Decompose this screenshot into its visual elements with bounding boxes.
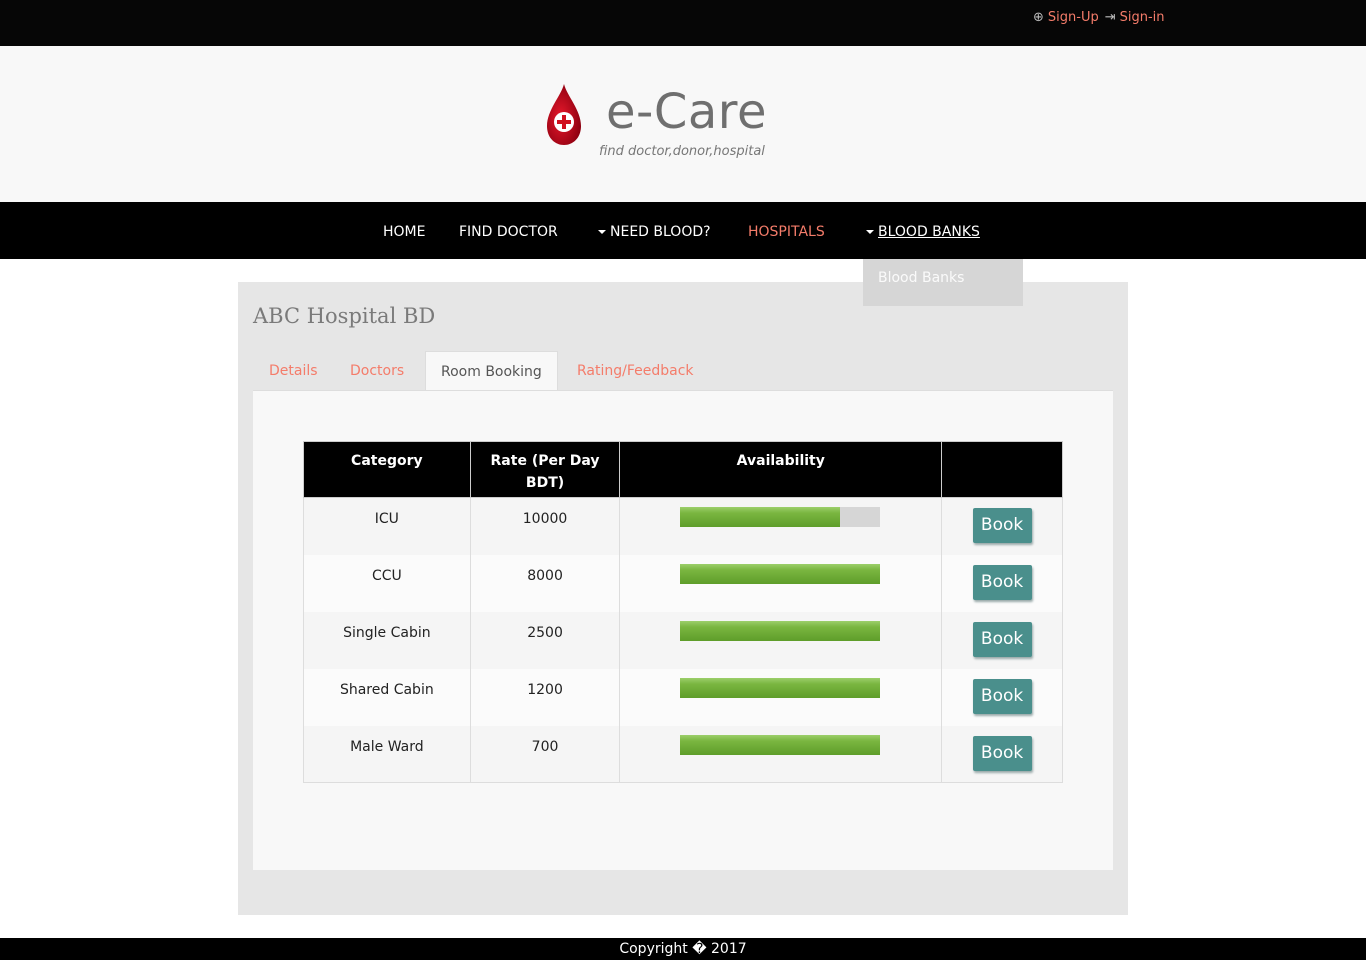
brand-tagline: find doctor,donor,hospital	[599, 144, 765, 159]
room-rate: 10000	[469, 497, 621, 555]
availability-progress-fill	[680, 507, 841, 527]
table-row: Single Cabin 2500 Book	[303, 611, 1063, 669]
tab-doctors[interactable]: Doctors	[350, 351, 404, 391]
availability-progress-bar	[680, 507, 881, 527]
tab-content: Category Rate (Per Day BDT) Availability…	[253, 390, 1113, 870]
room-action-cell: Book	[941, 554, 1063, 612]
room-availability-cell	[619, 668, 943, 726]
blood-drop-logo-icon	[547, 84, 581, 145]
nav-hospitals[interactable]: HOSPITALS	[748, 224, 825, 240]
book-button[interactable]: Book	[972, 621, 1032, 657]
nav-home[interactable]: HOME	[383, 224, 425, 240]
main-nav: HOME FIND DOCTOR NEED BLOOD? HOSPITALS B…	[0, 202, 1366, 259]
login-icon: ⇥	[1104, 10, 1116, 25]
availability-progress-bar	[680, 620, 881, 641]
room-category: Male Ward	[303, 725, 471, 783]
nav-blood-banks[interactable]: BLOOD BANKS	[866, 224, 980, 240]
table-row: Shared Cabin 1200 Book	[303, 668, 1063, 726]
signup-label: Sign-Up	[1047, 10, 1099, 25]
column-header-availability: Availability	[619, 441, 943, 498]
availability-progress-bar	[680, 677, 881, 698]
room-action-cell: Book	[941, 497, 1063, 555]
availability-progress-bar	[680, 734, 881, 755]
room-booking-table: Category Rate (Per Day BDT) Availability…	[303, 441, 1063, 783]
hospital-title: ABC Hospital BD	[253, 304, 436, 328]
column-header-rate: Rate (Per Day BDT)	[469, 441, 621, 498]
top-bar: ⊕ Sign-Up ⇥ Sign-in	[0, 0, 1366, 46]
auth-links: ⊕ Sign-Up ⇥ Sign-in	[1033, 10, 1165, 25]
room-availability-cell	[619, 497, 943, 555]
signin-label: Sign-in	[1119, 10, 1165, 25]
table-header-row: Category Rate (Per Day BDT) Availability	[303, 441, 1063, 498]
signin-link[interactable]: ⇥ Sign-in	[1099, 10, 1165, 25]
room-action-cell: Book	[941, 725, 1063, 783]
table-body: ICU 10000 Book CCU 8000 Book Single Cabin 2500 B…	[303, 497, 1063, 783]
column-header-category: Category	[303, 441, 471, 498]
room-rate: 2500	[469, 611, 621, 669]
room-category: Single Cabin	[303, 611, 471, 669]
room-action-cell: Book	[941, 611, 1063, 669]
table-row: ICU 10000 Book	[303, 497, 1063, 555]
nav-need-blood[interactable]: NEED BLOOD?	[598, 224, 711, 240]
book-button[interactable]: Book	[972, 678, 1032, 714]
availability-progress-fill	[680, 734, 881, 755]
tab-rating-feedback[interactable]: Rating/Feedback	[577, 351, 694, 391]
hospital-panel: ABC Hospital BD Details Doctors Room Boo…	[238, 282, 1128, 915]
room-category: Shared Cabin	[303, 668, 471, 726]
plus-circle-icon: ⊕	[1033, 10, 1044, 25]
signup-link[interactable]: ⊕ Sign-Up	[1033, 10, 1099, 25]
room-action-cell: Book	[941, 668, 1063, 726]
nav-need-blood-label: NEED BLOOD?	[610, 224, 711, 240]
room-category: CCU	[303, 554, 471, 612]
room-availability-cell	[619, 725, 943, 783]
availability-progress-fill	[680, 563, 881, 584]
availability-progress-bar	[680, 563, 881, 584]
availability-progress-fill	[680, 620, 881, 641]
availability-progress-fill	[680, 677, 881, 698]
caret-down-icon	[598, 230, 606, 234]
column-header-action	[941, 441, 1063, 498]
nav-blood-banks-label: BLOOD BANKS	[878, 224, 980, 240]
room-rate: 1200	[469, 668, 621, 726]
brand-name[interactable]: e-Care	[606, 84, 767, 140]
dropdown-item-blood-banks[interactable]: Blood Banks	[878, 270, 964, 286]
caret-down-icon	[866, 230, 874, 234]
book-button[interactable]: Book	[972, 508, 1032, 543]
tab-details[interactable]: Details	[269, 351, 318, 391]
room-rate: 8000	[469, 554, 621, 612]
room-availability-cell	[619, 611, 943, 669]
tab-room-booking[interactable]: Room Booking	[425, 351, 558, 391]
book-button[interactable]: Book	[972, 735, 1032, 771]
nav-find-doctor[interactable]: FIND DOCTOR	[459, 224, 558, 240]
room-category: ICU	[303, 497, 471, 555]
room-rate: 700	[469, 725, 621, 783]
table-row: CCU 8000 Book	[303, 554, 1063, 612]
room-availability-cell	[619, 554, 943, 612]
book-button[interactable]: Book	[972, 564, 1032, 600]
footer-copyright: Copyright � 2017	[0, 938, 1366, 960]
table-row: Male Ward 700 Book	[303, 725, 1063, 783]
blood-banks-dropdown: Blood Banks	[863, 259, 1023, 306]
